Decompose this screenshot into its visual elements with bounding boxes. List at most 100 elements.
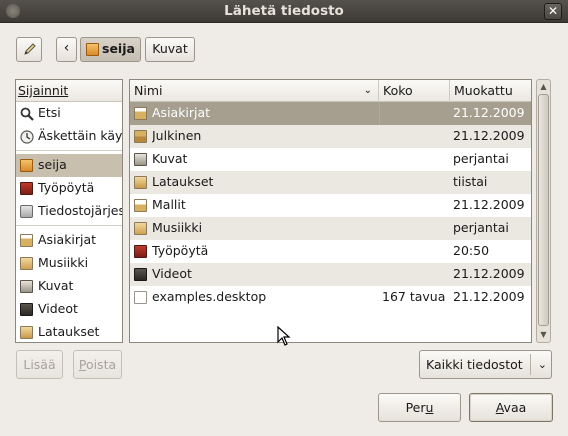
place-label: Tiedostojärjestelmä	[38, 203, 122, 218]
file-row[interactable]: examples.desktop 167 tavua 21.12.2009	[130, 286, 531, 309]
home-folder-icon	[86, 43, 99, 56]
desktop-icon	[20, 182, 33, 195]
place-home-seija[interactable]: seija	[16, 154, 122, 177]
file-size	[382, 171, 448, 194]
file-row[interactable]: Kuvat perjantai	[130, 148, 531, 171]
button-label-rest: vaa	[503, 400, 527, 415]
recent-icon	[20, 130, 34, 144]
place-documents[interactable]: Asiakirjat	[16, 229, 122, 252]
file-size	[382, 194, 448, 217]
type-location-button[interactable]	[16, 37, 42, 62]
place-label: Äskettäin käytetyt	[38, 128, 122, 143]
dropdown-divider	[530, 354, 531, 375]
downloads-folder-icon	[134, 176, 147, 189]
file-name: Lataukset	[152, 174, 214, 189]
places-header[interactable]: Sijainnit	[16, 80, 122, 102]
place-pictures[interactable]: Kuvat	[16, 275, 122, 298]
mnemonic-letter: P	[78, 357, 86, 372]
add-bookmark-button[interactable]: Lisää	[16, 350, 63, 379]
file-size	[382, 240, 448, 263]
public-folder-icon	[134, 130, 147, 143]
file-size: 167 tavua	[382, 289, 446, 304]
file-modified: perjantai	[453, 151, 509, 166]
breadcrumb-label: seija	[102, 41, 135, 56]
scroll-up-icon[interactable]: ▲	[537, 81, 550, 93]
place-label: Asiakirjat	[38, 232, 97, 247]
button-label-start: Per	[405, 400, 426, 415]
pictures-folder-icon	[20, 280, 33, 293]
close-button[interactable]: ✕	[544, 3, 562, 20]
place-recent[interactable]: Äskettäin käytetyt	[16, 125, 122, 148]
templates-folder-icon	[134, 199, 147, 212]
place-music[interactable]: Musiikki	[16, 252, 122, 275]
file-row[interactable]: Asiakirjat 21.12.2009	[130, 102, 531, 125]
place-downloads[interactable]: Lataukset	[16, 321, 122, 342]
file-row[interactable]: Videot 21.12.2009	[130, 263, 531, 286]
file-modified: 21.12.2009	[453, 197, 525, 212]
place-label: Työpöytä	[38, 180, 95, 195]
file-size	[382, 125, 448, 148]
file-name: Kuvat	[152, 151, 188, 166]
file-row[interactable]: Mallit 21.12.2009	[130, 194, 531, 217]
places-header-label: Sijainnit	[18, 83, 69, 98]
place-desktop[interactable]: Työpöytä	[16, 177, 122, 200]
place-filesystem[interactable]: Tiedostojärjestelmä	[16, 200, 122, 223]
place-search[interactable]: Etsi	[16, 102, 122, 125]
breadcrumb-kuvat[interactable]: Kuvat	[145, 37, 195, 62]
file-modified: tiistai	[453, 174, 488, 189]
file-modified: perjantai	[453, 220, 509, 235]
home-folder-icon	[20, 159, 33, 172]
window-title: Lähetä tiedosto	[224, 3, 344, 19]
pencil-icon	[24, 43, 36, 55]
file-size	[382, 217, 448, 240]
remove-bookmark-button[interactable]: Poista	[73, 350, 122, 379]
file-list-scrollbar[interactable]: ▲ ▼	[536, 79, 551, 343]
chevron-down-icon: ⌄	[537, 358, 547, 371]
file-row[interactable]: Musiikki perjantai	[130, 217, 531, 240]
place-label: Videot	[38, 301, 78, 316]
file-list-header: Nimi ⌄ Koko Muokattu	[130, 80, 531, 102]
button-label-rest: oista	[85, 357, 117, 372]
search-icon	[20, 107, 34, 121]
videos-folder-icon	[20, 303, 33, 316]
file-icon	[134, 291, 147, 304]
downloads-folder-icon	[20, 326, 33, 339]
file-name: examples.desktop	[152, 289, 267, 304]
file-name: Videot	[152, 266, 192, 281]
column-name[interactable]: Nimi ⌄	[130, 80, 379, 102]
documents-folder-icon	[20, 234, 33, 247]
cancel-button[interactable]: Peru	[378, 393, 461, 422]
mnemonic-letter: u	[425, 400, 434, 415]
place-label: Lataukset	[38, 324, 100, 339]
videos-folder-icon	[134, 268, 147, 281]
mouse-cursor-icon	[277, 326, 291, 346]
file-row[interactable]: Työpöytä 20:50	[130, 240, 531, 263]
file-type-filter-dropdown[interactable]: Kaikki tiedostot ⌄	[419, 350, 552, 379]
file-row[interactable]: Lataukset tiistai	[130, 171, 531, 194]
column-size[interactable]: Koko	[379, 80, 450, 102]
file-name: Työpöytä	[152, 243, 209, 258]
file-modified: 21.12.2009	[453, 266, 525, 281]
column-divider	[379, 102, 380, 125]
place-label: Musiikki	[38, 255, 89, 270]
music-folder-icon	[20, 257, 33, 270]
file-modified: 20:50	[453, 243, 490, 258]
open-button[interactable]: Avaa	[469, 393, 553, 422]
column-modified[interactable]: Muokattu	[450, 80, 531, 102]
place-videos[interactable]: Videot	[16, 298, 122, 321]
place-label: seija	[38, 157, 67, 172]
file-modified: 21.12.2009	[453, 105, 525, 120]
file-name: Musiikki	[152, 220, 203, 235]
documents-folder-icon	[134, 107, 147, 120]
file-row[interactable]: Julkinen 21.12.2009	[130, 125, 531, 148]
file-size	[382, 263, 448, 286]
file-modified: 21.12.2009	[453, 289, 525, 304]
file-list: Nimi ⌄ Koko Muokattu Asiakirjat 21.12.20…	[129, 79, 532, 343]
scrollbar-thumb[interactable]	[538, 94, 549, 326]
mnemonic-letter: A	[495, 400, 504, 415]
scroll-down-icon[interactable]: ▼	[537, 329, 550, 341]
file-name: Asiakirjat	[152, 105, 211, 120]
path-back-button[interactable]: ‹	[56, 37, 77, 62]
place-label: Etsi	[38, 105, 61, 120]
breadcrumb-seija[interactable]: seija	[80, 37, 141, 62]
